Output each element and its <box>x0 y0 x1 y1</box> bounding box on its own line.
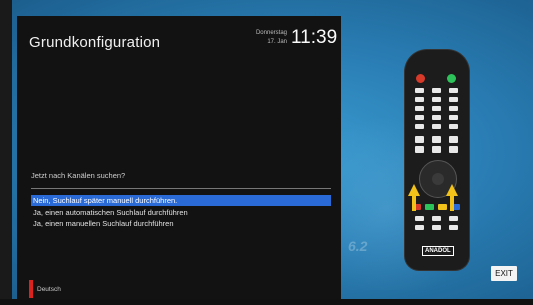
remote-key <box>432 88 441 93</box>
remote-key <box>432 216 441 221</box>
mute-button-icon <box>447 74 456 83</box>
remote-key <box>415 106 424 111</box>
page-title: Grundkonfiguration <box>29 34 161 51</box>
remote-key <box>449 225 458 230</box>
remote-key <box>432 106 441 111</box>
remote-key <box>415 124 424 129</box>
green-key-icon <box>425 204 434 210</box>
remote-key <box>432 97 441 102</box>
remote-key <box>449 106 458 111</box>
language-marker <box>29 280 33 298</box>
clock-weekday: Donnerstag <box>255 30 287 36</box>
yellow-key-icon <box>438 204 447 210</box>
language-button[interactable]: Deutsch <box>37 286 61 293</box>
remote-key <box>449 97 458 102</box>
remote-key <box>432 115 441 120</box>
volume-up-key <box>415 136 424 143</box>
remote-key <box>432 124 441 129</box>
option-manual-later[interactable]: Nein, Suchlauf später manuell durchführe… <box>31 195 331 206</box>
ok-button-icon <box>432 173 444 185</box>
scan-question: Jetzt nach Kanälen suchen? <box>31 171 126 180</box>
remote-key <box>449 88 458 93</box>
remote-key <box>415 88 424 93</box>
remote-key <box>432 136 441 143</box>
remote-control-image: ANADOL <box>405 50 469 270</box>
remote-key <box>449 115 458 120</box>
exit-button[interactable]: EXIT <box>491 266 517 281</box>
remote-key <box>432 146 441 153</box>
remote-key <box>449 216 458 221</box>
option-manual-scan[interactable]: Ja, einen manuellen Suchlauf durchführen <box>31 218 331 229</box>
clock-date: Donnerstag 17. Jan <box>245 29 287 47</box>
remote-brand-logo: ANADOL <box>422 246 454 256</box>
setup-panel: Grundkonfiguration Donnerstag 17. Jan 11… <box>17 16 341 302</box>
option-list: Nein, Suchlauf später manuell durchführe… <box>31 195 331 230</box>
channel-down-key <box>449 146 458 153</box>
power-button-icon <box>416 74 425 83</box>
remote-key <box>415 115 424 120</box>
remote-key <box>415 97 424 102</box>
tv-bezel-bottom <box>0 299 533 305</box>
option-auto-scan[interactable]: Ja, einen automatischen Suchlauf durchfü… <box>31 207 331 218</box>
remote-key <box>415 216 424 221</box>
tv-bezel <box>0 0 12 305</box>
arrow-stem <box>412 195 416 211</box>
remote-key <box>432 225 441 230</box>
background-logo: 6.2 <box>348 238 368 254</box>
remote-key <box>415 225 424 230</box>
divider <box>31 188 331 189</box>
volume-down-key <box>415 146 424 153</box>
clock-time: 11:39 <box>291 27 338 48</box>
clock-day-month: 17. Jan <box>267 39 287 45</box>
remote-key <box>449 124 458 129</box>
arrow-stem <box>450 195 454 211</box>
channel-up-key <box>449 136 458 143</box>
